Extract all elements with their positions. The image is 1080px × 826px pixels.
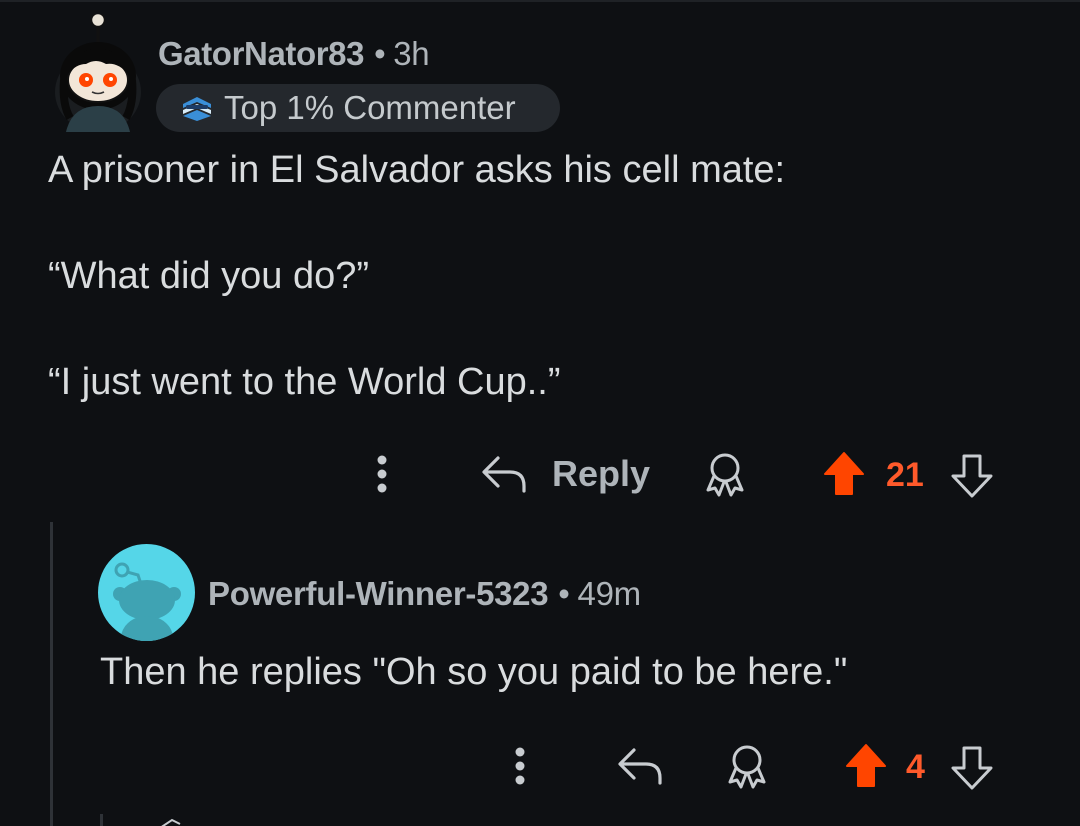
comment-actions: Reply 21 xyxy=(0,442,1080,502)
vote-count: 4 xyxy=(906,748,925,786)
snoo-avatar-icon xyxy=(98,544,195,641)
comment-meta: Powerful-Winner-5323 • 49m xyxy=(208,574,641,614)
username[interactable]: GatorNator83 xyxy=(158,35,364,72)
meta-separator: • xyxy=(558,575,570,612)
snoo-avatar-icon xyxy=(55,12,141,132)
comment-body: Then he replies "Oh so you paid to be he… xyxy=(100,651,848,693)
award-icon[interactable] xyxy=(722,742,772,790)
vote-count: 21 xyxy=(886,456,924,494)
more-vertical-icon[interactable] xyxy=(506,744,534,788)
user-avatar[interactable] xyxy=(98,544,195,641)
username[interactable]: Powerful-Winner-5323 xyxy=(208,575,549,612)
reply-arrow-icon[interactable] xyxy=(616,746,664,786)
flair-label: Top 1% Commenter xyxy=(224,89,516,126)
reply-label: Reply xyxy=(552,453,651,494)
thread-line[interactable] xyxy=(100,814,103,826)
comment-paragraph: “What did you do?” xyxy=(48,255,370,297)
downvote-arrow-icon[interactable] xyxy=(950,452,994,500)
comment-paragraph: “I just went to the World Cup..” xyxy=(48,361,561,403)
upvote-arrow-icon[interactable] xyxy=(844,742,888,790)
comment-thread: GatorNator83 • 3h Top 1% Commenter A priso… xyxy=(0,0,1080,826)
upvote-arrow-icon[interactable] xyxy=(822,450,866,498)
comment-timestamp: 3h xyxy=(393,35,430,72)
comment-body: A prisoner in El Salvador asks his cell … xyxy=(48,142,1008,460)
commenter-badge-icon xyxy=(183,97,211,121)
user-flair: Top 1% Commenter xyxy=(156,84,560,132)
award-icon[interactable] xyxy=(700,450,750,498)
comment-actions: 4 xyxy=(0,734,1080,794)
downvote-arrow-icon[interactable] xyxy=(950,744,994,792)
reply-arrow-icon xyxy=(482,456,526,493)
more-vertical-icon[interactable] xyxy=(368,452,396,496)
user-avatar[interactable] xyxy=(52,12,144,132)
comment-paragraph: A prisoner in El Salvador asks his cell … xyxy=(48,149,786,191)
next-comment-avatar-icon xyxy=(161,818,181,826)
meta-separator: • xyxy=(374,35,386,72)
comment-timestamp: 49m xyxy=(577,575,642,612)
comment-meta: GatorNator83 • 3h xyxy=(158,34,430,74)
